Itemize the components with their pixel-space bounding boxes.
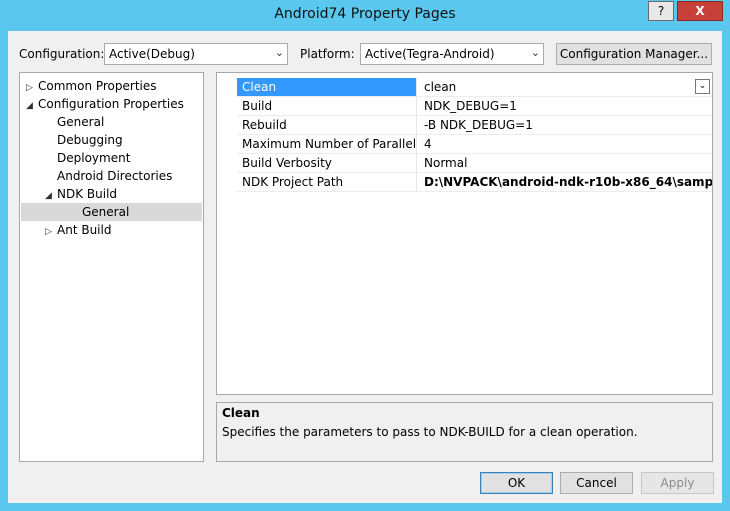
tree-item-label: Configuration Properties <box>38 97 184 111</box>
expand-arrow-icon[interactable]: ▷ <box>45 223 57 241</box>
title-bar[interactable]: Android74 Property Pages ? X <box>0 0 730 31</box>
collapse-arrow-icon[interactable]: ◢ <box>26 97 38 115</box>
platform-label: Platform: <box>300 47 355 61</box>
configuration-value: Active(Debug) <box>109 47 195 61</box>
property-row-ndk-project-path[interactable]: NDK Project Path D:\NVPACK\android-ndk-r… <box>237 173 712 192</box>
tree-item-label: General <box>57 115 105 129</box>
property-row-rebuild[interactable]: Rebuild -B NDK_DEBUG=1 <box>237 116 712 135</box>
platform-value: Active(Tegra-Android) <box>365 47 495 61</box>
tree-item-deployment[interactable]: Deployment <box>57 149 130 167</box>
property-row-build[interactable]: Build NDK_DEBUG=1 <box>237 97 712 116</box>
apply-button[interactable]: Apply <box>641 472 714 494</box>
property-value[interactable]: Normal <box>419 154 712 172</box>
tree-item-android-directories[interactable]: Android Directories <box>57 167 172 185</box>
configuration-dropdown[interactable]: Active(Debug) ⌄ <box>104 43 288 65</box>
configuration-manager-button[interactable]: Configuration Manager... <box>556 43 712 65</box>
property-name: Rebuild <box>237 116 417 134</box>
property-name: Build <box>237 97 417 115</box>
cancel-button[interactable]: Cancel <box>560 472 633 494</box>
tree-item-ndk-general-selected[interactable]: General <box>21 203 202 221</box>
configuration-label: Configuration: <box>19 47 105 61</box>
description-panel: Clean Specifies the parameters to pass t… <box>216 402 713 462</box>
property-pages-window: Android74 Property Pages ? X Configurati… <box>0 0 730 511</box>
tree-item-label: Debugging <box>57 133 123 147</box>
property-tree[interactable]: ▷ Common Properties ◢ Configuration Proper… <box>19 72 204 462</box>
close-button[interactable]: X <box>677 1 723 21</box>
description-title: Clean <box>222 406 260 420</box>
tree-item-ndk-build[interactable]: ◢ NDK Build <box>45 185 117 203</box>
property-name: NDK Project Path <box>237 173 417 191</box>
tree-item-label: Deployment <box>57 151 131 165</box>
property-name: Clean <box>237 78 417 96</box>
tree-item-label: Common Properties <box>38 79 157 93</box>
property-value[interactable]: D:\NVPACK\android-ndk-r10b-x86_64\sample… <box>419 173 712 191</box>
tree-item-common-properties[interactable]: ▷ Common Properties <box>26 77 157 95</box>
tree-item-ant-build[interactable]: ▷ Ant Build <box>45 221 111 239</box>
dialog-client-area: Configuration: Active(Debug) ⌄ Platform:… <box>8 31 722 503</box>
ok-button[interactable]: OK <box>480 472 553 494</box>
property-value[interactable]: -B NDK_DEBUG=1 <box>419 116 712 134</box>
chevron-down-icon: ⌄ <box>274 46 284 59</box>
help-button[interactable]: ? <box>648 1 674 21</box>
tree-item-label: Ant Build <box>57 223 112 237</box>
tree-item-label: NDK Build <box>57 187 118 201</box>
dropdown-arrow-icon[interactable]: ⌄ <box>695 79 710 94</box>
chevron-down-icon: ⌄ <box>530 46 540 59</box>
property-row-build-verbosity[interactable]: Build Verbosity Normal <box>237 154 712 173</box>
tree-item-general[interactable]: General <box>57 113 104 131</box>
property-value[interactable]: NDK_DEBUG=1 <box>419 97 712 115</box>
property-grid: Clean clean ⌄ Build NDK_DEBUG=1 Rebuild … <box>216 72 713 395</box>
property-value[interactable]: clean <box>419 78 712 96</box>
description-text: Specifies the parameters to pass to NDK-… <box>222 425 638 439</box>
property-value[interactable]: 4 <box>419 135 712 153</box>
property-name: Build Verbosity <box>237 154 417 172</box>
property-row-parallel-builds[interactable]: Maximum Number of Parallel Buil 4 <box>237 135 712 154</box>
tree-item-label: General <box>82 205 130 219</box>
window-title: Android74 Property Pages <box>274 6 456 22</box>
tree-item-configuration-properties[interactable]: ◢ Configuration Properties <box>26 95 184 113</box>
property-row-clean[interactable]: Clean clean ⌄ <box>237 78 712 97</box>
tree-item-label: Android Directories <box>57 169 173 183</box>
tree-item-debugging[interactable]: Debugging <box>57 131 123 149</box>
platform-dropdown[interactable]: Active(Tegra-Android) ⌄ <box>360 43 544 65</box>
property-name: Maximum Number of Parallel Buil <box>237 135 417 153</box>
